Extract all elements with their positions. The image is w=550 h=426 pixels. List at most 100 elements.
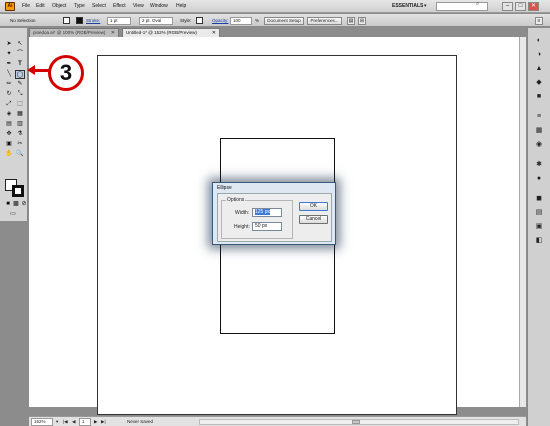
save-status[interactable]: Never Saved (127, 419, 153, 424)
menu-type[interactable]: Type (74, 3, 85, 9)
eyedropper-tool-icon[interactable]: ✥ (4, 130, 14, 139)
vertical-scrollbar[interactable] (519, 37, 526, 407)
layers-panel-icon[interactable]: ◼ (534, 194, 544, 204)
panel-dock: ◐ ◑ ▲ ◆ ■ ≡ ▦ ◉ ✱ ● ◼ ▤ ▣ ◧ (527, 28, 550, 426)
brushes-panel-icon[interactable]: ◆ (534, 78, 544, 88)
close-icon[interactable]: ✕ (111, 29, 115, 37)
document-setup-button[interactable]: Document Setup (264, 17, 304, 25)
opacity-label[interactable]: Opacity: (212, 18, 229, 23)
menu-select[interactable]: Select (92, 3, 106, 9)
gradient-panel-icon[interactable]: ▦ (534, 126, 544, 136)
options-legend: Options (226, 197, 246, 203)
first-artboard-icon[interactable]: |◀ (63, 419, 68, 425)
zoom-tool-icon[interactable]: 🔍 (15, 150, 25, 159)
screen-mode-icon[interactable]: ▭ (8, 210, 18, 219)
mesh-tool-icon[interactable]: ▤ (4, 120, 14, 129)
artboard-number-field[interactable]: 1 (79, 418, 91, 426)
stroke-label[interactable]: Stroke: (86, 18, 100, 23)
pathfinder-panel-icon[interactable]: ◧ (534, 236, 544, 246)
ok-button[interactable]: OK (299, 202, 328, 211)
ellipse-tool-icon[interactable]: ◯ (15, 70, 25, 79)
control-bar: No Selection Stroke: 1 pt 2 pt. Oval Sty… (0, 14, 550, 27)
width-value: 125 px (255, 209, 271, 215)
close-icon[interactable]: ✕ (212, 29, 216, 37)
height-input[interactable]: 50 px (252, 222, 282, 231)
gradient-tool-icon[interactable]: ▥ (15, 120, 25, 129)
opacity-unit: % (255, 18, 260, 23)
menu-bar: Ai File Edit Object Type Select Effect V… (0, 0, 550, 13)
graphic-styles-panel-icon[interactable]: ● (534, 174, 544, 184)
artboard-tool-icon[interactable]: ▣ (4, 140, 14, 149)
previous-artboard-icon[interactable]: ◀ (72, 419, 75, 425)
document-tab-label: pinedoa.ai* @ 100% (RGB/Preview) (33, 30, 106, 35)
line-tool-icon[interactable]: ╲ (4, 70, 14, 79)
align-panel-icon[interactable]: ▣ (534, 222, 544, 232)
opacity-field[interactable]: 100 (230, 17, 252, 25)
cancel-button[interactable]: Cancel (299, 215, 328, 224)
search-input[interactable] (436, 2, 488, 11)
graphic-style-swatch[interactable] (196, 17, 203, 24)
menu-effect[interactable]: Effect (113, 3, 126, 9)
lasso-tool-icon[interactable]: ⌒ (15, 50, 25, 59)
color-guide-panel-icon[interactable]: ◑ (534, 50, 544, 60)
menu-help[interactable]: Help (176, 3, 186, 9)
dialog-title: Ellipse (217, 185, 232, 191)
brush-definition-field[interactable]: 2 pt. Oval (139, 17, 173, 25)
fill-color-swatch[interactable] (63, 17, 70, 24)
appearance-panel-icon[interactable]: ✱ (534, 160, 544, 170)
document-tab-active[interactable]: Untitled-1* @ 152% (RGB/Preview) ✕ (122, 28, 220, 37)
free-transform-tool-icon[interactable]: ⬚ (15, 100, 25, 109)
menu-object[interactable]: Object (52, 3, 66, 9)
artboards-panel-icon[interactable]: ▤ (534, 208, 544, 218)
type-tool-icon[interactable]: T (15, 60, 25, 69)
scrollbar-thumb[interactable] (352, 420, 360, 424)
scale-tool-icon[interactable]: ⤡ (15, 90, 25, 99)
stroke-panel-icon[interactable]: ≡ (534, 112, 544, 122)
document-tab[interactable]: pinedoa.ai* @ 100% (RGB/Preview) ✕ (29, 28, 119, 37)
menu-window[interactable]: Window (150, 3, 168, 9)
width-input[interactable]: 125 px (252, 208, 282, 217)
blend-tool-icon[interactable]: ⚗ (15, 130, 25, 139)
menu-view[interactable]: View (133, 3, 144, 9)
minimize-button[interactable]: – (502, 2, 513, 11)
pen-tool-icon[interactable]: ✒ (4, 60, 14, 69)
chevron-down-icon[interactable]: ▾ (56, 419, 58, 425)
stroke-color-swatch[interactable] (76, 17, 83, 24)
stroke-weight-field[interactable]: 1 pt (107, 17, 131, 25)
shape-builder-tool-icon[interactable]: ◈ (4, 110, 14, 119)
style-label: Style: (180, 18, 192, 23)
magic-wand-tool-icon[interactable]: ✦ (4, 50, 14, 59)
document-tab-label: Untitled-1* @ 152% (RGB/Preview) (126, 30, 197, 35)
status-bar: 152% ▾ |◀ ◀ 1 ▶ ▶| Never Saved (29, 416, 526, 426)
transparency-panel-icon[interactable]: ◉ (534, 140, 544, 150)
panel-menu-icon[interactable]: ≡ (535, 17, 543, 25)
rotate-tool-icon[interactable]: ↻ (4, 90, 14, 99)
preferences-button[interactable]: Preferences... (307, 17, 342, 25)
last-artboard-icon[interactable]: ▶| (101, 419, 106, 425)
chevron-down-icon[interactable]: ▾ (424, 3, 427, 9)
workspace-switcher[interactable]: ESSENTIALS (392, 3, 423, 9)
paintbrush-tool-icon[interactable]: ✏ (4, 80, 14, 89)
hand-tool-icon[interactable]: ✋ (4, 150, 14, 159)
close-button[interactable]: ✕ (528, 2, 539, 11)
maximize-button[interactable]: □ (515, 2, 526, 11)
symbols-panel-icon[interactable]: ■ (534, 92, 544, 102)
menu-file[interactable]: File (22, 3, 30, 9)
none-mode-icon[interactable]: ⊘ (19, 200, 29, 209)
scissors-tool-icon[interactable]: ✂ (15, 140, 25, 149)
app-icon[interactable]: Ai (5, 2, 15, 11)
swatches-panel-icon[interactable]: ▲ (534, 64, 544, 74)
direct-selection-tool-icon[interactable]: ↖ (15, 40, 25, 49)
search-icon: ⌕ (476, 1, 480, 7)
pencil-tool-icon[interactable]: ✎ (15, 80, 25, 89)
selection-tool-icon[interactable]: ➤ (4, 40, 14, 49)
perspective-grid-tool-icon[interactable]: ▦ (15, 110, 25, 119)
horizontal-scrollbar[interactable] (199, 419, 519, 425)
color-panel-icon[interactable]: ◐ (534, 36, 544, 46)
zoom-field[interactable]: 152% (31, 418, 53, 426)
menu-edit[interactable]: Edit (36, 3, 45, 9)
align-icon[interactable]: ▤ (347, 17, 355, 25)
transform-icon[interactable]: ⊞ (358, 17, 366, 25)
width-tool-icon[interactable]: ⤢ (4, 100, 14, 109)
next-artboard-icon[interactable]: ▶ (94, 419, 97, 425)
